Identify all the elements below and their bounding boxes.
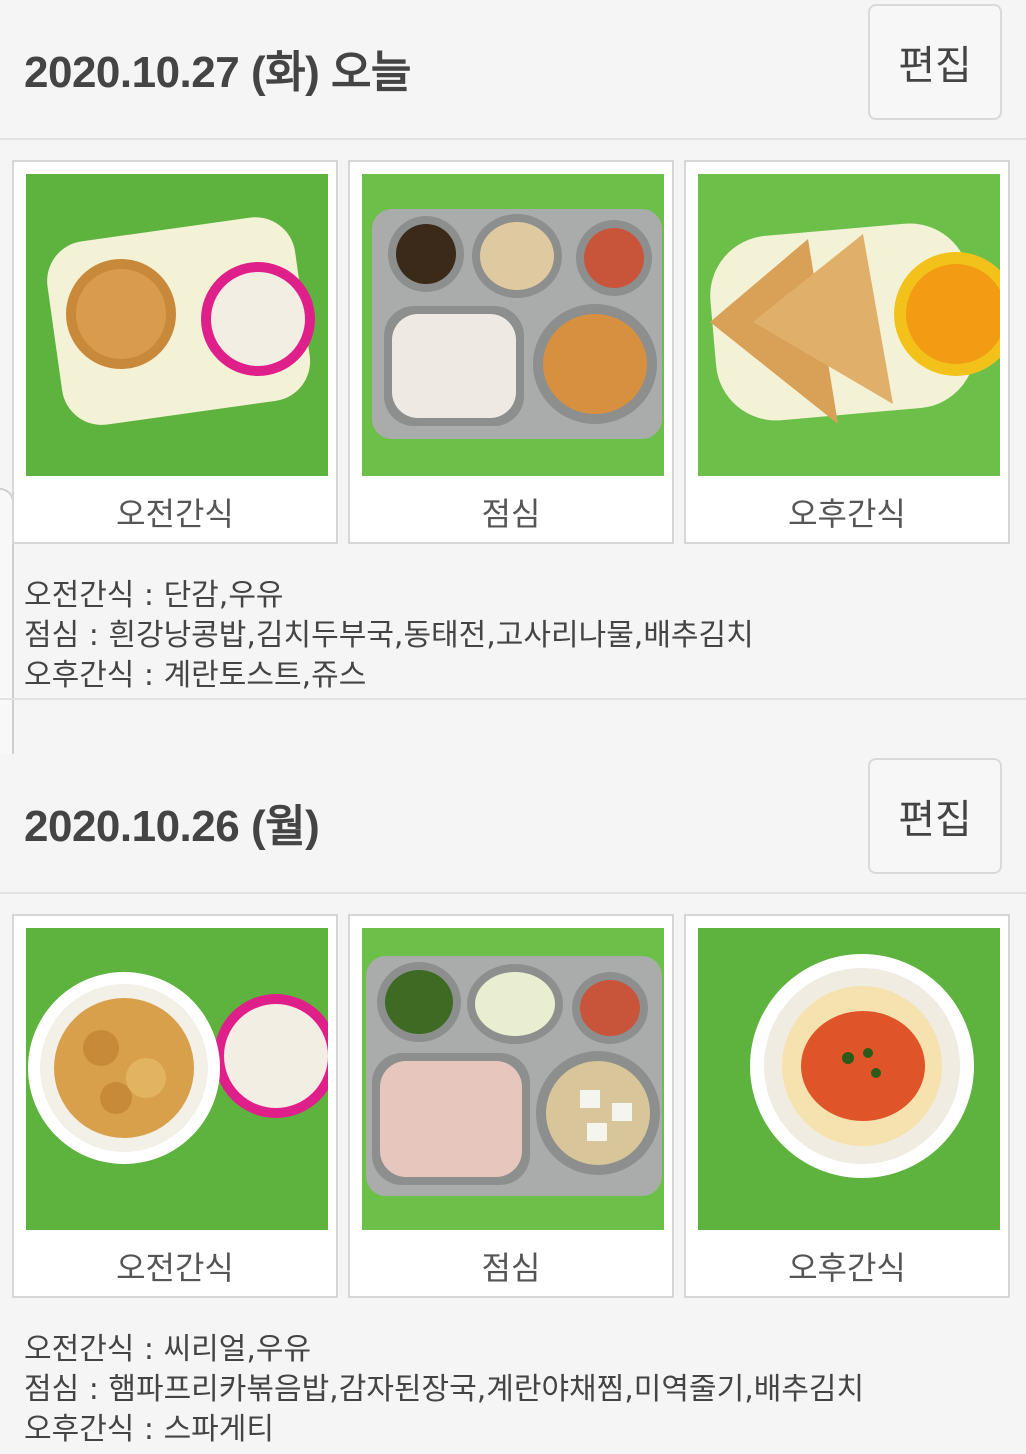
meal-photo-row: 오전간식 점심 오후간식 [0, 140, 1026, 550]
menu-line-afternoon-snack: 오후간식 : 스파게티 [24, 1412, 274, 1447]
lunch-photo[interactable] [362, 174, 664, 476]
meal-card-lunch[interactable]: 점심 [348, 914, 674, 1298]
edit-button[interactable]: 편집 [868, 758, 1002, 874]
day-section: 2020.10.26 (월) 편집 오전간식 점심 오후간식 오전간식: 씨리… [0, 754, 1026, 1454]
meal-caption: 오전간식 [116, 1249, 234, 1287]
meal-caption: 오후간식 [788, 1249, 906, 1287]
day-header: 2020.10.27 (화) 오늘 편집 [0, 0, 1026, 140]
meal-card-afternoon-snack[interactable]: 오후간식 [684, 914, 1010, 1298]
morning-snack-photo[interactable] [26, 928, 328, 1230]
meal-caption: 점심 [481, 1249, 541, 1287]
meal-card-morning-snack[interactable]: 오전간식 [12, 914, 338, 1298]
meal-caption: 오전간식 [116, 495, 234, 533]
lunch-photo[interactable] [362, 928, 664, 1230]
menu-description: 오전간식 : 단감,우유 점심 : 흰강낭콩밥,김치두부국,동태전,고사리나물,… [0, 550, 1026, 700]
meal-caption: 점심 [481, 495, 541, 533]
meal-card-lunch[interactable]: 점심 [348, 160, 674, 544]
menu-line-lunch: 점심 : 흰강낭콩밥,김치두부국,동태전,고사리나물,배추김치 [24, 618, 754, 653]
edit-button[interactable]: 편집 [868, 4, 1002, 120]
meal-card-afternoon-snack[interactable]: 오후간식 [684, 160, 1010, 544]
meal-caption: 오후간식 [788, 495, 906, 533]
menu-line-lunch: 점심 : 햄파프리카볶음밥,감자된장국,계란야채찜,미역줄기,배추김치 [24, 1372, 865, 1407]
morning-snack-photo[interactable] [26, 174, 328, 476]
day-section: 2020.10.27 (화) 오늘 편집 오전간식 점심 오후간식 오전간식:… [0, 0, 1026, 700]
meal-card-morning-snack[interactable]: 오전간식 [12, 160, 338, 544]
afternoon-snack-photo[interactable] [698, 174, 1000, 476]
date-title: 2020.10.27 (화) 오늘 [24, 48, 411, 97]
meal-photo-row: 오전간식 점심 오후간식 [0, 894, 1026, 1304]
menu-line-morning-snack: 오전간식 : 씨리얼,우유 [24, 1332, 312, 1367]
date-title: 2020.10.26 (월) [24, 802, 320, 851]
menu-line-morning-snack: 오전간식 : 단감,우유 [24, 578, 284, 613]
day-header: 2020.10.26 (월) 편집 [0, 754, 1026, 894]
afternoon-snack-photo[interactable] [698, 928, 1000, 1230]
menu-description: 오전간식 : 씨리얼,우유 점심 : 햄파프리카볶음밥,감자된장국,계란야채찜,… [0, 1304, 1026, 1454]
menu-line-afternoon-snack: 오후간식 : 계란토스트,쥬스 [24, 658, 367, 693]
